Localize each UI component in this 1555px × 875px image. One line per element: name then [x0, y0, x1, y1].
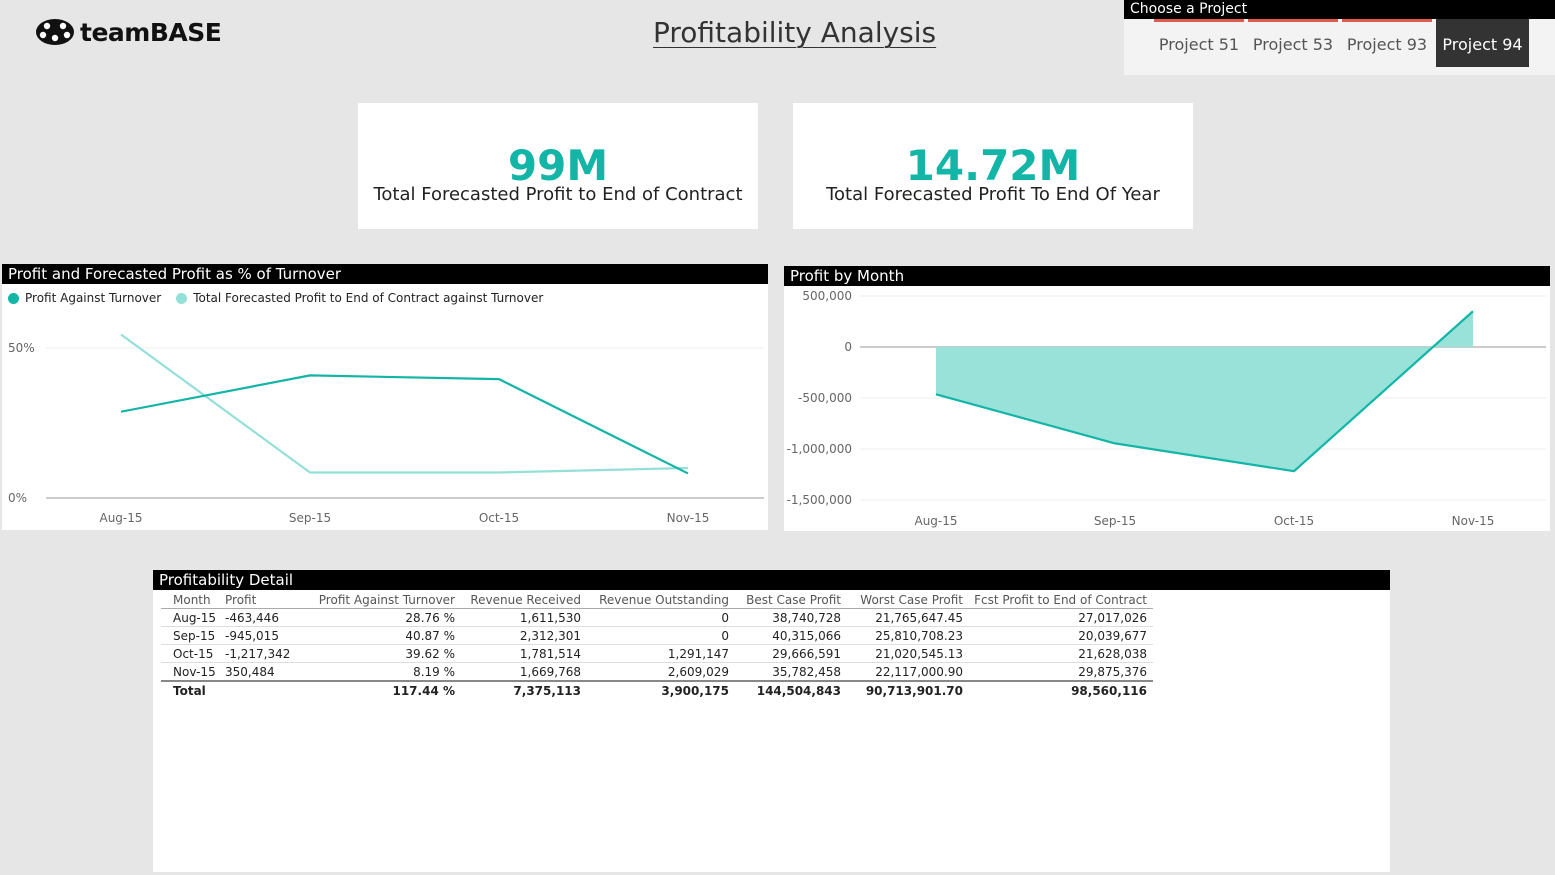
y-tick-label: 0% [8, 491, 27, 505]
cell-best-case-profit: 29,666,591 [729, 644, 841, 663]
cell-revenue-received: 1,781,514 [455, 644, 581, 663]
slicer-option-project-94[interactable]: Project 94 [1436, 19, 1529, 67]
cell-month: Nov-15 [161, 662, 225, 682]
cell-best-case-profit: 40,315,066 [729, 626, 841, 645]
cell-revenue-received: 2,312,301 [455, 626, 581, 645]
cell-profit: -1,217,342 [225, 644, 297, 663]
cell-worst-case-profit: 25,810,708.23 [841, 626, 963, 645]
cell-worst-case-profit: 21,020,545.13 [841, 644, 963, 663]
cell-best-case-profit: 38,740,728 [729, 608, 841, 627]
table-header-row: Month Profit Profit Against Turnover Rev… [161, 591, 1153, 609]
page-title: Profitability Analysis [653, 16, 937, 49]
kpi-card-profit-year: 14.72M Total Forecasted Profit To End Of… [793, 103, 1193, 229]
cell-total-fcst-profit: 98,560,116 [963, 680, 1153, 699]
column-header-profit[interactable]: Profit [225, 591, 297, 609]
cell-profit: -945,015 [225, 626, 297, 645]
x-tick-label-oct-15: Oct-15 [479, 511, 519, 525]
table-total-row: Total 117.44 % 7,375,113 3,900,175 144,5… [161, 680, 1153, 699]
cell-month: Aug-15 [161, 608, 225, 627]
logo: teamBASE [34, 16, 222, 48]
table-row: Oct-15 -1,217,342 39.62 % 1,781,514 1,29… [161, 644, 1153, 663]
x-tick-label-oct-15: Oct-15 [1274, 514, 1314, 528]
x-tick-label-aug-15: Aug-15 [99, 511, 142, 525]
kpi-label: Total Forecasted Profit To End Of Year [826, 184, 1160, 205]
cell-profit-against-turnover: 39.62 % [297, 644, 455, 663]
area-fill [936, 311, 1473, 472]
column-header-revenue-outstanding[interactable]: Revenue Outstanding [581, 591, 729, 609]
kpi-value: 14.72M [905, 141, 1081, 190]
cell-month: Oct-15 [161, 644, 225, 663]
cell-total-profit-against-turnover: 117.44 % [297, 680, 455, 699]
column-header-best-case-profit[interactable]: Best Case Profit [729, 591, 841, 609]
cell-profit: 350,484 [225, 662, 297, 682]
cell-fcst-profit: 29,875,376 [963, 662, 1153, 682]
series-line-profit-against-turnover [120, 374, 689, 475]
cell-total-profit [225, 680, 297, 699]
cell-worst-case-profit: 21,765,647.45 [841, 608, 963, 627]
column-header-fcst-profit[interactable]: Fcst Profit to End of Contract [963, 591, 1153, 609]
area-chart-plot: 500,000 0 -500,000 -1,000,000 -1,500,000 Aug-… [787, 289, 1546, 528]
cell-worst-case-profit: 22,117,000.90 [841, 662, 963, 682]
slicer-option-project-93[interactable]: Project 93 [1342, 19, 1432, 67]
table-row: Nov-15 350,484 8.19 % 1,669,768 2,609,02… [161, 662, 1153, 682]
cell-fcst-profit: 27,017,026 [963, 608, 1153, 627]
cell-revenue-outstanding: 2,609,029 [581, 662, 729, 682]
y-tick-label: 50% [8, 341, 35, 355]
table-row: Sep-15 -945,015 40.87 % 2,312,301 0 40,3… [161, 626, 1153, 645]
cell-total-revenue-outstanding: 3,900,175 [581, 680, 729, 699]
slicer-option-project-53[interactable]: Project 53 [1248, 19, 1338, 67]
cell-total-revenue-received: 7,375,113 [455, 680, 581, 699]
slicer-option-project-51[interactable]: Project 51 [1154, 19, 1244, 67]
cell-fcst-profit: 21,628,038 [963, 644, 1153, 663]
table-title: Profitability Detail [159, 571, 294, 589]
cell-revenue-outstanding: 0 [581, 626, 729, 645]
cell-revenue-received: 1,669,768 [455, 662, 581, 682]
column-header-revenue-received[interactable]: Revenue Received [455, 591, 581, 609]
column-header-worst-case-profit[interactable]: Worst Case Profit [841, 591, 963, 609]
logo-text: teamBASE [80, 17, 222, 47]
column-header-month[interactable]: Month [161, 591, 225, 609]
slicer-header: Choose a Project [1124, 0, 1555, 19]
cell-profit-against-turnover: 28.76 % [297, 608, 455, 627]
cell-fcst-profit: 20,039,677 [963, 626, 1153, 645]
y-tick-label: -500,000 [798, 391, 852, 405]
y-tick-label: -1,500,000 [787, 493, 852, 507]
kpi-card-profit-contract: 99M Total Forecasted Profit to End of Co… [358, 103, 758, 229]
y-tick-label: 500,000 [802, 289, 852, 303]
cell-total-worst-case-profit: 90,713,901.70 [841, 680, 963, 699]
y-tick-label: 0 [844, 340, 852, 354]
cell-revenue-outstanding: 1,291,147 [581, 644, 729, 663]
cell-total-best-case-profit: 144,504,843 [729, 680, 841, 699]
slicer-title: Choose a Project [1130, 1, 1248, 17]
cell-profit-against-turnover: 8.19 % [297, 662, 455, 682]
line-chart-plot: 0% 50% Aug-15 Sep-15 Oct-15 Nov-15 [8, 333, 764, 525]
profitability-detail-panel: Profitability Detail Month Profit Profit… [153, 570, 1390, 872]
cell-profit: -463,446 [225, 608, 297, 627]
table-row: Aug-15 -463,446 28.76 % 1,611,530 0 38,7… [161, 608, 1153, 627]
panel-header: Profitability Detail [153, 570, 1390, 590]
area-chart-panel: Profit by Month 500,000 0 -500,000 -1,000,0… [784, 266, 1550, 531]
project-slicer: Choose a Project Project 51 Project 53 P… [1124, 0, 1555, 75]
column-header-profit-against-turnover[interactable]: Profit Against Turnover [297, 591, 455, 609]
cell-total-label: Total [161, 680, 225, 699]
cell-revenue-received: 1,611,530 [455, 608, 581, 627]
kpi-value: 99M [507, 141, 609, 190]
y-tick-label: -1,000,000 [787, 442, 852, 456]
x-tick-label-aug-15: Aug-15 [914, 514, 957, 528]
logo-icon [36, 19, 74, 45]
x-tick-label-nov-15: Nov-15 [667, 511, 710, 525]
x-tick-label-nov-15: Nov-15 [1452, 514, 1495, 528]
cell-profit-against-turnover: 40.87 % [297, 626, 455, 645]
line-chart-panel: Profit and Forecasted Profit as % of Tur… [2, 264, 768, 530]
cell-revenue-outstanding: 0 [581, 608, 729, 627]
cell-month: Sep-15 [161, 626, 225, 645]
series-line-total-forecasted-profit-to-end-of-contract-against-turnover [120, 333, 689, 474]
profitability-table: Month Profit Profit Against Turnover Rev… [161, 591, 1153, 699]
x-tick-label-sep-15: Sep-15 [1094, 514, 1136, 528]
cell-best-case-profit: 35,782,458 [729, 662, 841, 682]
x-tick-label-sep-15: Sep-15 [289, 511, 331, 525]
kpi-label: Total Forecasted Profit to End of Contra… [373, 184, 743, 205]
